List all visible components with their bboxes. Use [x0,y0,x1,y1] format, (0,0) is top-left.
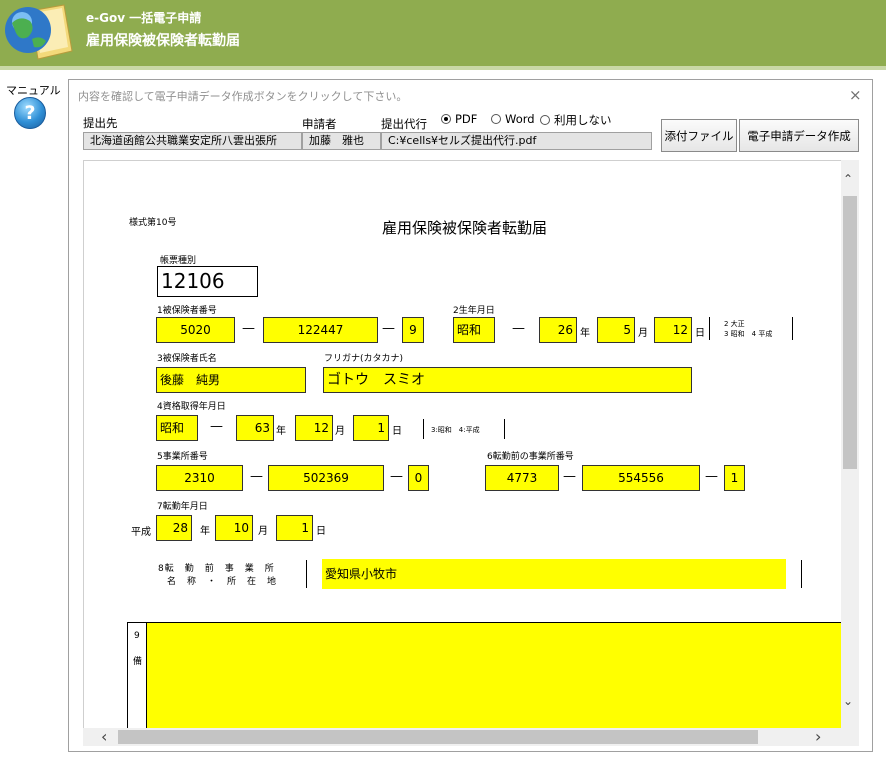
prev-office-label-2: 名 称 ・ 所 在 地 [167,577,278,587]
dash: — [563,469,576,484]
dash: — [390,469,403,484]
proxy-label: 提出代行 [381,117,427,131]
proxy-file-value: C:¥cells¥セルズ提出代行.pdf [381,132,652,150]
prev-office-number-1[interactable]: 4773 [485,465,559,491]
vertical-scroll-thumb[interactable] [843,196,857,469]
office-number-2[interactable]: 502369 [268,465,384,491]
day-unit: 日 [695,328,705,339]
form-preview: 様式第10号 雇用保険被保険者転勤届 帳票種別 12106 1被保険者番号 50… [83,160,859,728]
acq-month[interactable]: 12 [295,415,333,441]
insured-number-1[interactable]: 5020 [156,317,235,343]
scroll-down-icon[interactable]: ⌄ [843,694,853,708]
acq-era[interactable]: 昭和 [156,415,198,441]
scroll-left-icon[interactable]: ‹ [101,727,107,746]
birthdate-label: 2生年月日 [453,306,495,316]
office-number-check[interactable]: 0 [408,465,429,491]
transfer-date-label: 7転勤年月日 [157,502,208,512]
prev-office-number-label: 6転勤前の事業所番号 [487,452,574,462]
dash: — [382,321,395,336]
scroll-right-icon[interactable]: › [815,727,821,746]
help-icon[interactable]: ? [14,97,46,129]
month-unit: 月 [258,526,268,537]
submit-to-value: 北海道函館公共職業安定所八雲出張所 [83,132,302,150]
birth-era[interactable]: 昭和 [453,317,495,343]
birth-year[interactable]: 26 [539,317,577,343]
remarks-field[interactable] [147,622,847,728]
radio-unchecked-icon [491,114,501,124]
transfer-day[interactable]: 1 [276,515,313,541]
transfer-year[interactable]: 28 [156,515,192,541]
radio-word[interactable]: Word [491,112,535,126]
radio-none[interactable]: 利用しない [540,112,612,128]
submit-to-label: 提出先 [83,116,118,130]
prev-office-label-1: 8転 勤 前 事 業 所 [158,564,275,574]
month-unit: 月 [638,328,648,339]
app-title: e-Gov 一括電子申請 [86,11,202,25]
app-logo-icon [2,3,74,63]
close-icon[interactable]: × [849,86,862,104]
scroll-up-icon[interactable]: ⌃ [843,172,853,186]
acquisition-date-label: 4資格取得年月日 [157,402,226,412]
birth-month[interactable]: 5 [597,317,635,343]
form-document-title: 雇用保険被保険者転勤届 [382,219,548,237]
remarks-label-text: 備 [133,657,143,667]
month-unit: 月 [335,426,345,437]
dash: — [705,469,718,484]
transfer-month[interactable]: 10 [215,515,253,541]
birth-day[interactable]: 12 [654,317,692,343]
insured-name[interactable]: 後藤 純男 [156,367,306,393]
radio-pdf[interactable]: PDF [441,112,477,126]
era-note-1: 2 大正 [724,320,745,328]
header-divider [0,66,886,70]
applicant-value: 加藤 雅也 [302,132,381,150]
insured-number-label: 1被保険者番号 [157,306,217,316]
attach-file-button[interactable]: 添付ファイル [661,119,737,152]
radio-unchecked-icon [540,115,550,125]
instruction-text: 内容を確認して電子申請データ作成ボタンをクリックして下さい。 [78,90,408,103]
insured-number-check[interactable]: 9 [402,317,424,343]
acq-year[interactable]: 63 [236,415,274,441]
acq-day[interactable]: 1 [353,415,389,441]
dash: — [210,419,223,434]
dash: — [512,321,525,336]
prev-office-number-2[interactable]: 554556 [582,465,700,491]
form-title: 雇用保険被保険者転勤届 [86,33,240,49]
form-number: 様式第10号 [129,218,177,228]
dash: — [242,321,255,336]
remarks-label-number: 9 [134,631,140,641]
office-number-label: 5事業所番号 [157,452,208,462]
year-unit: 年 [200,526,210,537]
create-data-button[interactable]: 電子申請データ作成 [739,119,859,152]
office-number-1[interactable]: 2310 [156,465,243,491]
doc-type-label: 帳票種別 [160,256,197,266]
manual-label: マニュアル [6,84,61,97]
horizontal-scroll-thumb[interactable] [118,730,758,744]
prev-office-number-check[interactable]: 1 [724,465,745,491]
transfer-era: 平成 [131,527,151,538]
prev-office-address[interactable]: 愛知県小牧市 [322,559,786,589]
insured-number-2[interactable]: 122447 [263,317,378,343]
radio-checked-icon [441,114,451,124]
year-unit: 年 [580,328,590,339]
acq-era-note: 3:昭和 4:平成 [431,426,480,434]
day-unit: 日 [392,426,402,437]
era-note-2: 3 昭和 4 平成 [724,330,773,338]
dash: — [250,469,263,484]
furigana-name[interactable]: ゴトウ スミオ [323,367,692,393]
year-unit: 年 [276,426,286,437]
doc-type-value: 12106 [157,266,258,297]
insured-name-label: 3被保険者氏名 [157,354,217,364]
applicant-label: 申請者 [302,117,337,131]
furigana-label: フリガナ(カタカナ) [324,354,404,364]
day-unit: 日 [316,526,326,537]
